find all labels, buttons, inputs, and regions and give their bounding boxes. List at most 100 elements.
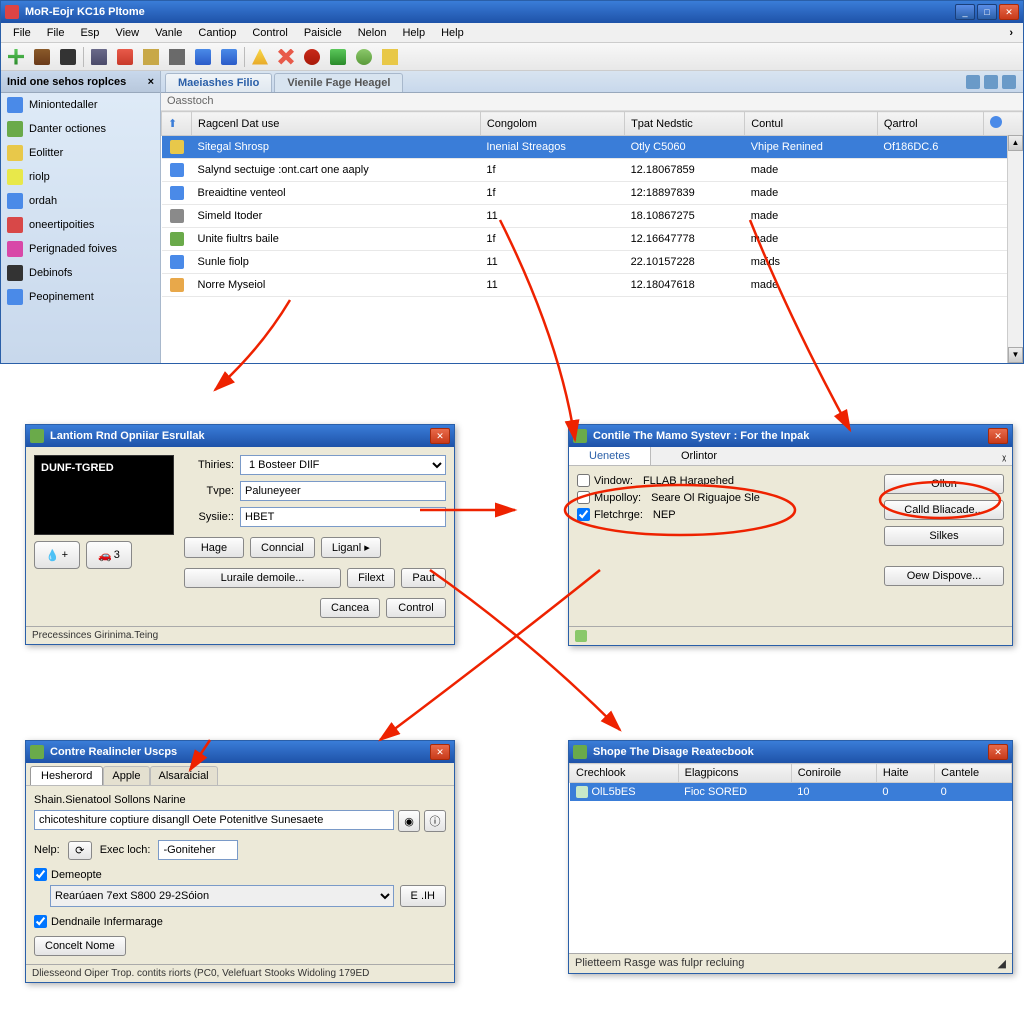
sidebar-item-2[interactable]: Eolitter [1, 141, 160, 165]
tab-icon-2[interactable] [984, 75, 998, 89]
minimize-button[interactable]: _ [955, 4, 975, 20]
table-row[interactable]: Breaidtine venteol 1f 12:18897839 made [162, 182, 1023, 205]
dialog2-tab-more[interactable]: ᵪ [996, 447, 1012, 465]
filext-button[interactable]: Filext [347, 568, 395, 588]
menu-paisicle[interactable]: Paisicle [296, 25, 350, 41]
menu-vanle[interactable]: Vanle [147, 25, 190, 41]
col-5[interactable]: Qartrol [877, 112, 983, 136]
ollon-button[interactable]: Ollon [884, 474, 1004, 494]
oew-button[interactable]: Oew Dispove... [884, 566, 1004, 586]
dialog3-tab1[interactable]: Hesherord [30, 766, 103, 785]
dialog1-close[interactable]: ✕ [430, 428, 450, 444]
liganl-button[interactable]: Liganl ▸ [321, 537, 381, 558]
vindow-checkbox[interactable] [577, 474, 590, 487]
dialog3-titlebar[interactable]: Contre Realincler Uscps ✕ [26, 741, 454, 763]
tool-warn[interactable] [249, 46, 271, 68]
menu-help[interactable]: Help [394, 25, 433, 41]
scroll-down-icon[interactable]: ▼ [1008, 347, 1023, 363]
sidebar-item-4[interactable]: ordah [1, 189, 160, 213]
dialog2-tab1[interactable]: Uenetes [569, 447, 651, 465]
sidebar-item-0[interactable]: Miniontedaller [1, 93, 160, 117]
tool-refresh[interactable] [353, 46, 375, 68]
col-cantele[interactable]: Cantele [935, 764, 1012, 783]
thiries-select[interactable]: 1 Bosteer DIlF [240, 455, 446, 475]
dialog4-close[interactable]: ✕ [988, 744, 1008, 760]
close-button[interactable]: ✕ [999, 4, 1019, 20]
tool-add[interactable] [5, 46, 27, 68]
table-row[interactable]: Sitegal Shrosp Inenial Streagos Otly C50… [162, 136, 1023, 159]
resize-grip-icon[interactable]: ◢ [998, 957, 1006, 970]
combo-btn[interactable]: E .IH [400, 885, 446, 907]
iconbtn-car[interactable]: 🚗3 [86, 541, 132, 569]
menu-nelon[interactable]: Nelon [350, 25, 395, 41]
maximize-button[interactable]: □ [977, 4, 997, 20]
dialog2-titlebar[interactable]: Contile The Mamo Systevr : For the Inpak… [569, 425, 1012, 447]
cancea-button[interactable]: Cancea [320, 598, 380, 618]
sidebar-item-6[interactable]: Perignaded foives [1, 237, 160, 261]
calld-button[interactable]: Calld Bliacade... [884, 500, 1004, 520]
table-row[interactable]: Unite fiultrs baile 1f 12.16647778 made [162, 228, 1023, 251]
conncial-button[interactable]: Conncial [250, 537, 315, 558]
col-crechlook[interactable]: Crechlook [570, 764, 679, 783]
tool-action2[interactable] [166, 46, 188, 68]
menu-file[interactable]: File [5, 25, 39, 41]
sidebar-item-7[interactable]: Debinofs [1, 261, 160, 285]
mupoloy-checkbox[interactable] [577, 491, 590, 504]
dialog3-tab3[interactable]: Alsaraicial [150, 766, 218, 785]
col-elagpicons[interactable]: Elagpicons [678, 764, 791, 783]
col-2[interactable]: Congolom [480, 112, 624, 136]
silkes-button[interactable]: Silkes [884, 526, 1004, 546]
tool-blue2[interactable] [218, 46, 240, 68]
exec-input[interactable] [158, 840, 238, 860]
tool-star[interactable] [379, 46, 401, 68]
menu-help2[interactable]: Help [433, 25, 472, 41]
tool-blue1[interactable] [192, 46, 214, 68]
menu-view[interactable]: View [107, 25, 147, 41]
menu-overflow[interactable]: › [1003, 27, 1019, 39]
col-3[interactable]: Tpat Nedstic [625, 112, 745, 136]
col-haite[interactable]: Haite [876, 764, 934, 783]
data-grid[interactable]: ⬆Ragcenl Dat useCongolomTpat NedsticCont… [161, 111, 1023, 363]
control-button[interactable]: Control [386, 598, 446, 618]
dialog2-tab2[interactable]: Orlintor [651, 447, 747, 465]
tab-2[interactable]: Vienile Fage Heagel [274, 73, 403, 92]
dialog1-titlebar[interactable]: Lantiom Rnd Opniiar Esrullak ✕ [26, 425, 454, 447]
sidebar-item-1[interactable]: Danter octiones [1, 117, 160, 141]
table-row[interactable]: Norre Myseiol 11 12.18047618 made [162, 274, 1023, 297]
col-6[interactable] [983, 112, 1022, 136]
tab-1[interactable]: Maeiashes Filio [165, 73, 272, 92]
dendnaile-checkbox[interactable] [34, 915, 47, 928]
col-coniroile[interactable]: Coniroile [791, 764, 876, 783]
tool-shield[interactable] [301, 46, 323, 68]
fletchrge-checkbox[interactable] [577, 508, 590, 521]
tool-phone[interactable] [57, 46, 79, 68]
paut-button[interactable]: Paut [401, 568, 446, 588]
mainfield-btn1[interactable]: ◉ [398, 810, 420, 832]
table-row[interactable]: OlL5bES Fioc SORED 10 0 0 [570, 783, 1012, 802]
tab-icon-3[interactable] [1002, 75, 1016, 89]
scroll-up-icon[interactable]: ▲ [1008, 135, 1023, 151]
scrollbar[interactable]: ▲ ▼ [1007, 135, 1023, 363]
dialog4-grid[interactable]: Crechlook Elagpicons Coniroile Haite Can… [569, 763, 1012, 953]
luraile-button[interactable]: Luraile demoile... [184, 568, 341, 588]
sidebar-item-5[interactable]: oneertipoities [1, 213, 160, 237]
hage-button[interactable]: Hage [184, 537, 244, 558]
col-0[interactable]: ⬆ [162, 112, 192, 136]
tool-cross[interactable] [275, 46, 297, 68]
menu-control[interactable]: Control [244, 25, 295, 41]
table-row[interactable]: Simeld Itoder 11 18.10867275 made [162, 205, 1023, 228]
sidebar-item-8[interactable]: Peopinement [1, 285, 160, 309]
tool-disk[interactable] [88, 46, 110, 68]
sidebar-item-3[interactable]: riolp [1, 165, 160, 189]
mainfield-btn2[interactable]: ⓘ [424, 810, 446, 832]
sysile-input[interactable] [240, 507, 446, 527]
dialog3-tab2[interactable]: Apple [103, 766, 149, 785]
tool-book[interactable] [31, 46, 53, 68]
menu-esp[interactable]: Esp [72, 25, 107, 41]
nelp-button[interactable]: ⟳ [68, 841, 92, 860]
tool-action1[interactable] [140, 46, 162, 68]
mainfield-input[interactable] [34, 810, 394, 830]
dialog3-close[interactable]: ✕ [430, 744, 450, 760]
col-1[interactable]: Ragcenl Dat use [192, 112, 481, 136]
tab-icon-1[interactable] [966, 75, 980, 89]
